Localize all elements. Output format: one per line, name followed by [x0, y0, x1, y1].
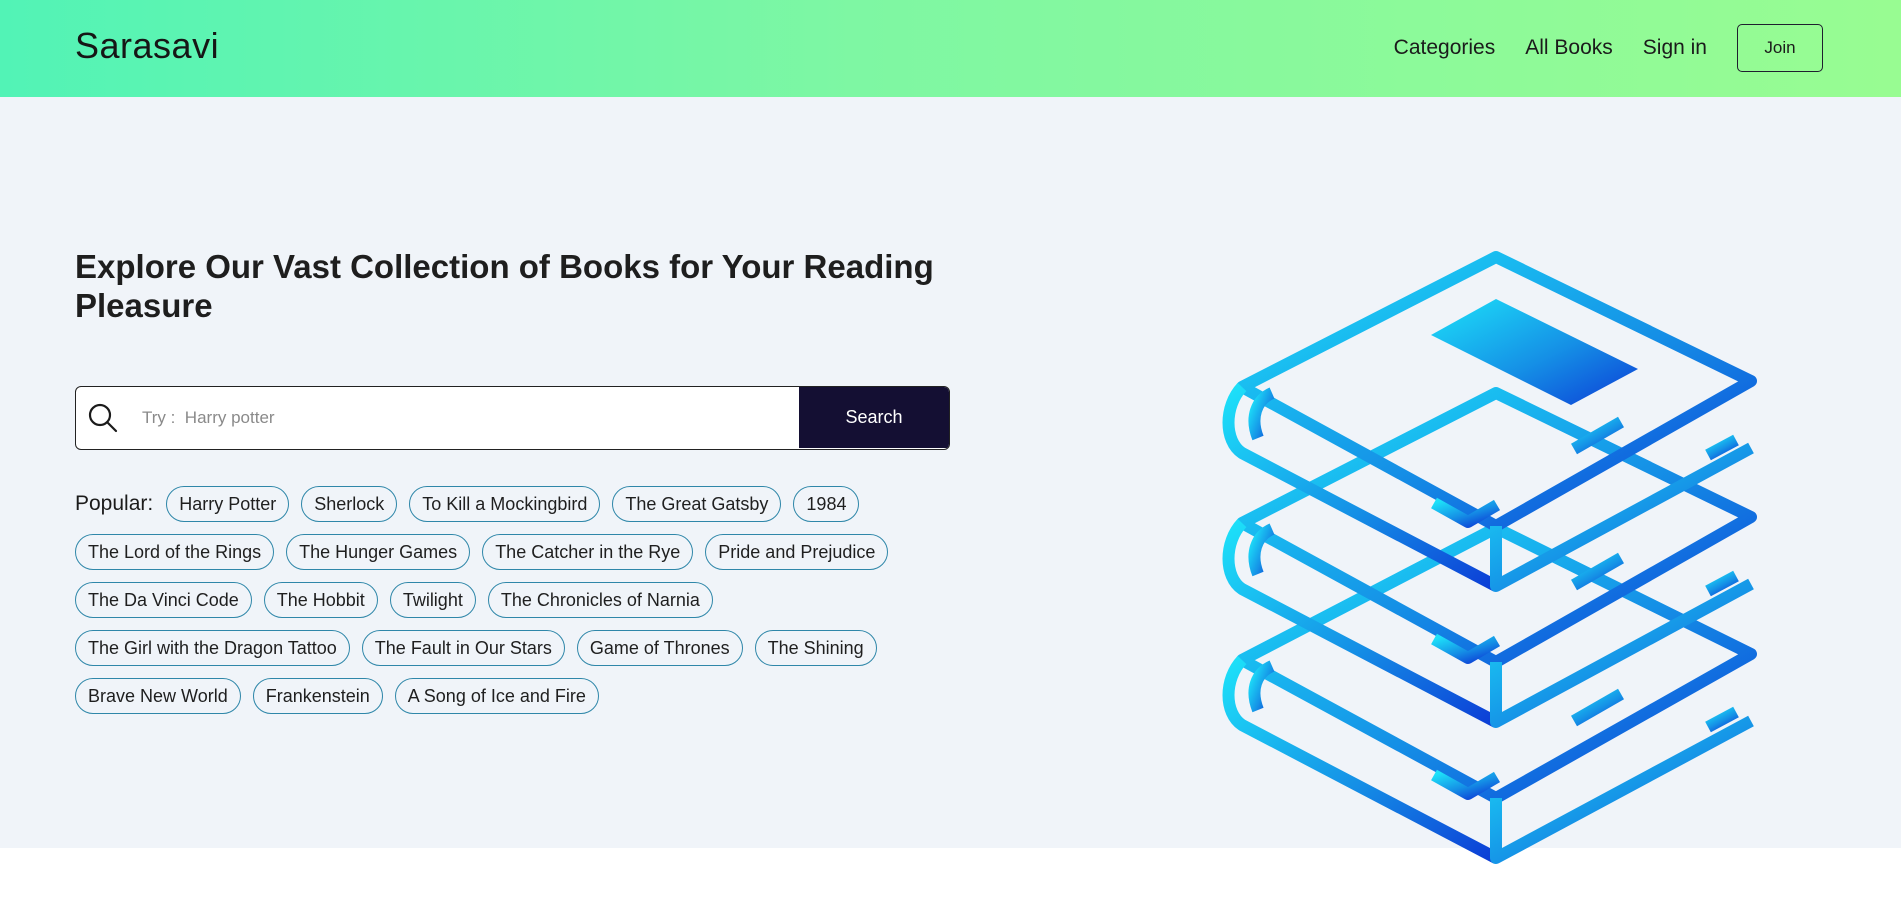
- top-navbar: Sarasavi Categories All Books Sign in Jo…: [0, 0, 1901, 97]
- join-button[interactable]: Join: [1737, 24, 1823, 72]
- popular-tag[interactable]: The Catcher in the Rye: [482, 534, 694, 570]
- brand-logo[interactable]: Sarasavi: [75, 25, 219, 67]
- popular-tag[interactable]: The Great Gatsby: [612, 486, 782, 522]
- popular-tag[interactable]: Twilight: [389, 582, 476, 618]
- search-button[interactable]: Search: [799, 387, 949, 448]
- book-stack-icon: [1222, 251, 1757, 864]
- popular-tag[interactable]: The Chronicles of Narnia: [487, 582, 713, 618]
- search-icon: [88, 403, 118, 433]
- popular-tag[interactable]: The Da Vinci Code: [75, 582, 252, 618]
- hero-section: Explore Our Vast Collection of Books for…: [0, 97, 1901, 864]
- popular-tag[interactable]: To Kill a Mockingbird: [409, 486, 601, 522]
- popular-tag[interactable]: The Hobbit: [263, 582, 378, 618]
- popular-tag[interactable]: The Shining: [754, 630, 877, 666]
- nav-link-sign-in[interactable]: Sign in: [1643, 36, 1707, 60]
- search-input[interactable]: [140, 387, 790, 448]
- popular-tag[interactable]: Brave New World: [75, 678, 241, 714]
- popular-tag[interactable]: Sherlock: [301, 486, 398, 522]
- popular-tag[interactable]: Pride and Prejudice: [705, 534, 889, 570]
- popular-tag[interactable]: The Fault in Our Stars: [361, 630, 565, 666]
- popular-tag[interactable]: The Girl with the Dragon Tattoo: [75, 630, 350, 666]
- popular-tag[interactable]: Frankenstein: [252, 678, 383, 714]
- popular-tag[interactable]: Harry Potter: [166, 486, 290, 522]
- search-bar: Search: [75, 386, 950, 450]
- popular-searches: Popular: Harry Potter Sherlock To Kill a M…: [75, 486, 955, 714]
- popular-tag[interactable]: The Lord of the Rings: [75, 534, 275, 570]
- hero-title: Explore Our Vast Collection of Books for…: [75, 248, 934, 324]
- popular-tag[interactable]: 1984: [793, 486, 860, 522]
- nav-link-categories[interactable]: Categories: [1394, 36, 1496, 60]
- popular-tag[interactable]: Game of Thrones: [576, 630, 743, 666]
- nav-link-all-books[interactable]: All Books: [1525, 36, 1613, 60]
- main-nav: Categories All Books Sign in Join: [1364, 24, 1823, 72]
- popular-tag[interactable]: A Song of Ice and Fire: [394, 678, 599, 714]
- popular-label: Popular:: [75, 492, 154, 515]
- popular-tag[interactable]: The Hunger Games: [286, 534, 471, 570]
